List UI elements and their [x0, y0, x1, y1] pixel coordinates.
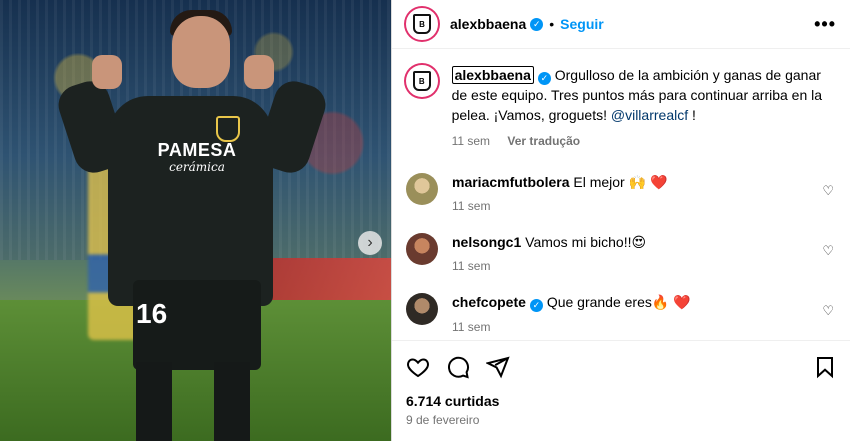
commenter-avatar[interactable]: [406, 233, 438, 265]
caption-mention-link[interactable]: @villarrealcf: [611, 107, 688, 123]
caption-body: alexbbaena ✓ Orgulloso de la ambición y g…: [451, 65, 836, 151]
chevron-right-icon: ›: [367, 234, 373, 251]
comment-time: 11 sem: [452, 199, 491, 213]
comment-item: mariacmfutbolera El mejor 🙌 ❤️ 11 sem ♡: [406, 173, 836, 215]
comment-item: nelsongc1 Vamos mi bicho!!😍 11 sem ♡: [406, 233, 836, 275]
like-comment-heart-icon[interactable]: ♡: [822, 183, 834, 199]
comment-username[interactable]: chefcopete: [452, 294, 526, 310]
comment-username[interactable]: nelsongc1: [452, 234, 521, 250]
see-translation-button[interactable]: Ver tradução: [507, 134, 580, 148]
like-comment-heart-icon[interactable]: ♡: [822, 303, 834, 319]
carousel-next-button[interactable]: ›: [358, 231, 382, 255]
comments-list: B alexbbaena ✓ Orgulloso de la ambición y…: [392, 49, 850, 336]
comment-text: Vamos mi bicho!!: [525, 234, 632, 250]
commenter-avatar[interactable]: [406, 293, 438, 325]
post-header: B alexbbaena ✓ • Seguir •••: [392, 0, 850, 49]
jersey-sponsor-sub: cerámica: [169, 160, 225, 174]
heart-emoji: ❤️: [673, 294, 691, 310]
post-image[interactable]: PAMESA cerámica 16 ›: [0, 0, 391, 441]
comment-item: chefcopete ✓ Que grande eres🔥 ❤️ 11 sem ♡: [406, 293, 836, 336]
caption-logo-icon: B: [412, 71, 431, 91]
commenter-avatar[interactable]: [406, 173, 438, 205]
post-side-panel: B alexbbaena ✓ • Seguir ••• B alexbbaena…: [391, 0, 850, 441]
comment-username[interactable]: mariacmfutbolera: [452, 174, 569, 190]
caption: B alexbbaena ✓ Orgulloso de la ambición y…: [406, 65, 836, 151]
shirt-number: 16: [136, 298, 168, 329]
author-username[interactable]: alexbbaena: [450, 16, 526, 32]
follow-button[interactable]: Seguir: [560, 16, 604, 32]
comment-body: nelsongc1 Vamos mi bicho!!😍 11 sem: [452, 233, 812, 275]
verified-badge-icon: ✓: [537, 71, 551, 85]
caption-suffix: !: [688, 107, 696, 123]
comment-text: Que grande eres🔥: [546, 294, 674, 310]
caption-meta: 11 sem Ver tradução: [452, 131, 836, 151]
comment-body: mariacmfutbolera El mejor 🙌 ❤️ 11 sem: [452, 173, 812, 215]
save-bookmark-icon[interactable]: [813, 355, 837, 379]
share-send-icon[interactable]: [486, 355, 510, 379]
post-actions: 6.714 curtidas 9 de fevereiro: [392, 340, 850, 427]
caption-time: 11 sem: [451, 134, 491, 148]
verified-badge-icon: ✓: [530, 17, 544, 31]
author-avatar[interactable]: B: [406, 8, 438, 40]
verified-badge-icon: ✓: [529, 298, 543, 312]
caption-avatar[interactable]: B: [406, 65, 438, 97]
player-right-leg: [214, 362, 250, 441]
comment-time: 11 sem: [452, 319, 491, 334]
comment-body: chefcopete ✓ Que grande eres🔥 ❤️ 11 sem: [452, 293, 812, 336]
comment-text: El mejor 🙌: [573, 174, 650, 190]
more-options-icon[interactable]: •••: [814, 14, 836, 35]
post-date: 9 de fevereiro: [406, 413, 480, 427]
separator-dot: •: [549, 16, 555, 32]
action-icons: [406, 355, 837, 379]
heart-emoji: ❤️: [649, 174, 668, 190]
jersey-sponsor: PAMESA: [157, 140, 237, 160]
comment-time: 11 sem: [452, 259, 491, 273]
caption-username[interactable]: alexbbaena: [451, 66, 534, 84]
player-left-hand: [92, 55, 122, 89]
player-right-hand: [244, 55, 274, 89]
author-logo-icon: B: [413, 14, 431, 34]
like-heart-icon[interactable]: [406, 355, 430, 379]
player-left-leg: [136, 362, 172, 441]
like-comment-heart-icon[interactable]: ♡: [822, 243, 834, 259]
player-jersey: [108, 96, 273, 306]
club-crest-icon: [216, 116, 240, 142]
like-count[interactable]: 6.714 curtidas: [406, 393, 837, 409]
player-head: [172, 16, 230, 88]
comment-bubble-icon[interactable]: [446, 355, 470, 379]
heart-eyes-emoji: 😍: [631, 234, 647, 250]
